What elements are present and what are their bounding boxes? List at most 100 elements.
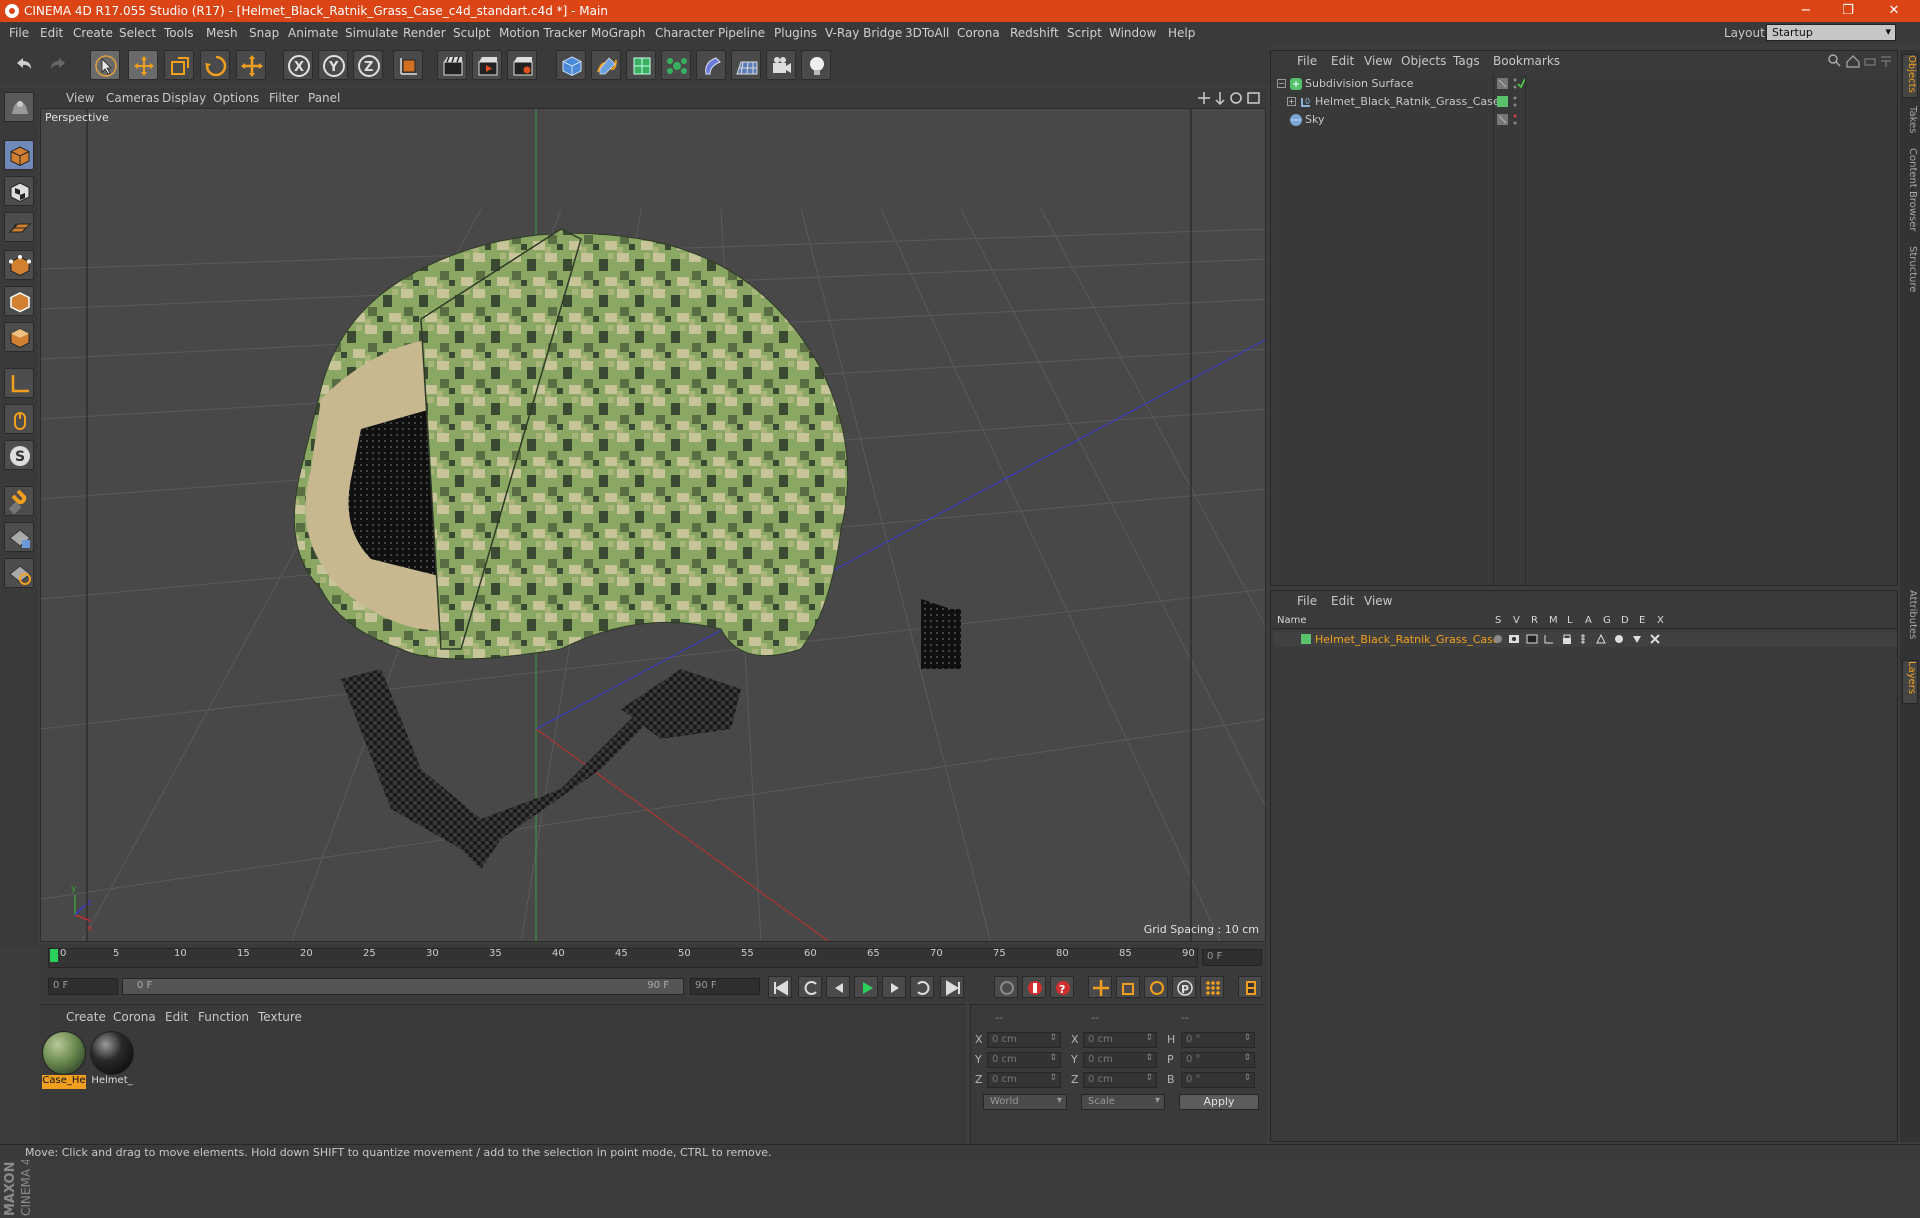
objmgr-menu-bookmarks[interactable]: Bookmarks: [1493, 54, 1560, 68]
position-z-field[interactable]: 0 cm: [987, 1072, 1061, 1088]
add-cube-button[interactable]: [556, 50, 586, 80]
render-to-picture-viewer-button[interactable]: [472, 50, 502, 80]
perspective-viewport[interactable]: y x z Perspective Grid Spacing : 10 cm: [40, 108, 1266, 942]
menu-tools[interactable]: Tools: [164, 26, 194, 40]
live-selection-button[interactable]: [90, 50, 120, 80]
objmgr-menu-tags[interactable]: Tags: [1453, 54, 1480, 68]
layer-row-helmet[interactable]: Helmet_Black_Ratnik_Grass_Case: [1273, 631, 1897, 647]
menu-motion-tracker[interactable]: Motion Tracker: [499, 26, 587, 40]
go-to-start-button[interactable]: [768, 976, 792, 998]
menu-snap[interactable]: Snap: [249, 26, 279, 40]
coordinate-space-select[interactable]: World: [983, 1094, 1067, 1110]
size-x-field[interactable]: 0 cm: [1083, 1032, 1157, 1048]
menu-edit[interactable]: Edit: [40, 26, 63, 40]
add-spline-button[interactable]: [591, 50, 621, 80]
column-visible[interactable]: V: [1513, 615, 1520, 626]
key-parameter-button[interactable]: P: [1172, 976, 1196, 998]
viewport-menu-display[interactable]: Display: [162, 91, 206, 105]
texture-mode-button[interactable]: [4, 176, 34, 206]
menu-help[interactable]: Help: [1168, 26, 1195, 40]
add-environment-button[interactable]: [731, 50, 761, 80]
start-frame-field[interactable]: 0 F: [48, 978, 118, 995]
minimize-button[interactable]: −: [1786, 1, 1826, 21]
go-to-end-button[interactable]: [940, 976, 964, 998]
menu-simulate[interactable]: Simulate: [345, 26, 398, 40]
menu-character[interactable]: Character: [655, 26, 714, 40]
x-axis-button[interactable]: X: [283, 50, 313, 80]
y-axis-button[interactable]: Y: [318, 50, 348, 80]
column-xref[interactable]: X: [1657, 615, 1664, 626]
column-name[interactable]: Name: [1277, 615, 1307, 626]
menu-redshift[interactable]: Redshift: [1010, 26, 1059, 40]
material-helmet[interactable]: Helmet_: [90, 1031, 134, 1091]
model-mode-button[interactable]: [4, 140, 34, 170]
tab-objects[interactable]: Objects: [1902, 54, 1918, 98]
expand-toggle-icon[interactable]: +: [1287, 97, 1296, 106]
column-generators[interactable]: G: [1603, 615, 1611, 626]
edges-mode-button[interactable]: [4, 286, 34, 316]
add-nurbs-button[interactable]: [626, 50, 656, 80]
column-render[interactable]: R: [1531, 615, 1538, 626]
add-deformer-button[interactable]: [696, 50, 726, 80]
end-frame-field[interactable]: 90 F: [690, 978, 760, 995]
rotate-tool-button[interactable]: [200, 50, 230, 80]
collapse-toggle-icon[interactable]: −: [1277, 79, 1286, 88]
tab-takes[interactable]: Takes: [1902, 106, 1918, 142]
record-active-objects-button[interactable]: [1022, 976, 1046, 998]
add-mograph-button[interactable]: [661, 50, 691, 80]
z-axis-button[interactable]: Z: [353, 50, 383, 80]
snap-button[interactable]: [4, 486, 34, 516]
menu-create[interactable]: Create: [73, 26, 113, 40]
planar-workplane-button[interactable]: [4, 558, 34, 588]
material-menu-create[interactable]: Create: [66, 1010, 106, 1024]
playhead-marker[interactable]: [50, 949, 58, 962]
layermgr-menu-file[interactable]: File: [1297, 594, 1317, 608]
size-z-field[interactable]: 0 cm: [1083, 1072, 1157, 1088]
tab-structure[interactable]: Structure: [1902, 246, 1918, 302]
scale-tool-button[interactable]: [164, 50, 194, 80]
size-mode-select[interactable]: Scale: [1081, 1094, 1165, 1110]
objmgr-toolbar-icons[interactable]: [1827, 53, 1895, 69]
previous-key-button[interactable]: [798, 976, 822, 998]
record-keys-button[interactable]: [994, 976, 1018, 998]
position-y-field[interactable]: 0 cm: [987, 1052, 1061, 1068]
column-expressions[interactable]: E: [1639, 615, 1645, 626]
visibility-toggles-icon[interactable]: [1497, 77, 1525, 91]
column-deformers[interactable]: D: [1621, 615, 1629, 626]
polygons-mode-button[interactable]: [4, 322, 34, 352]
play-button[interactable]: [854, 976, 878, 998]
viewport-menu-filter[interactable]: Filter: [269, 91, 299, 105]
objmgr-menu-objects[interactable]: Objects: [1401, 54, 1446, 68]
menu-corona[interactable]: Corona: [957, 26, 1000, 40]
viewport-menu-panel[interactable]: Panel: [308, 91, 340, 105]
menu-select[interactable]: Select: [119, 26, 156, 40]
apply-button[interactable]: Apply: [1179, 1094, 1259, 1110]
next-frame-button[interactable]: [882, 976, 906, 998]
restore-button[interactable]: ❐: [1828, 1, 1868, 21]
move-tool-button[interactable]: [128, 50, 158, 80]
material-case-helmet[interactable]: Case_He: [42, 1031, 86, 1091]
menu-script[interactable]: Script: [1067, 26, 1102, 40]
key-position-button[interactable]: [1088, 976, 1112, 998]
menu-sculpt[interactable]: Sculpt: [453, 26, 490, 40]
material-menu-function[interactable]: Function: [198, 1010, 249, 1024]
column-locked[interactable]: L: [1567, 615, 1573, 626]
key-pla-button[interactable]: [1200, 976, 1224, 998]
solo-mode-button[interactable]: S: [4, 440, 34, 470]
menu-vray-bridge[interactable]: V-Ray Bridge: [825, 26, 902, 40]
axis-mode-button[interactable]: [4, 368, 34, 398]
points-mode-button[interactable]: [4, 250, 34, 280]
tab-content-browser[interactable]: Content Browser: [1902, 148, 1918, 240]
menu-mesh[interactable]: Mesh: [206, 26, 238, 40]
render-view-button[interactable]: [437, 50, 467, 80]
layer-name[interactable]: Helmet_Black_Ratnik_Grass_Case: [1315, 633, 1500, 646]
objmgr-menu-view[interactable]: View: [1364, 54, 1392, 68]
autokey-button[interactable]: ?: [1050, 976, 1074, 998]
viewport-menu-view[interactable]: View: [66, 91, 94, 105]
viewport-menu-options[interactable]: Options: [213, 91, 259, 105]
close-button[interactable]: ✕: [1874, 1, 1914, 21]
menu-window[interactable]: Window: [1109, 26, 1156, 40]
layer-color-swatch[interactable]: [1301, 634, 1311, 644]
menu-file[interactable]: File: [9, 26, 29, 40]
material-menu-corona[interactable]: Corona: [113, 1010, 156, 1024]
